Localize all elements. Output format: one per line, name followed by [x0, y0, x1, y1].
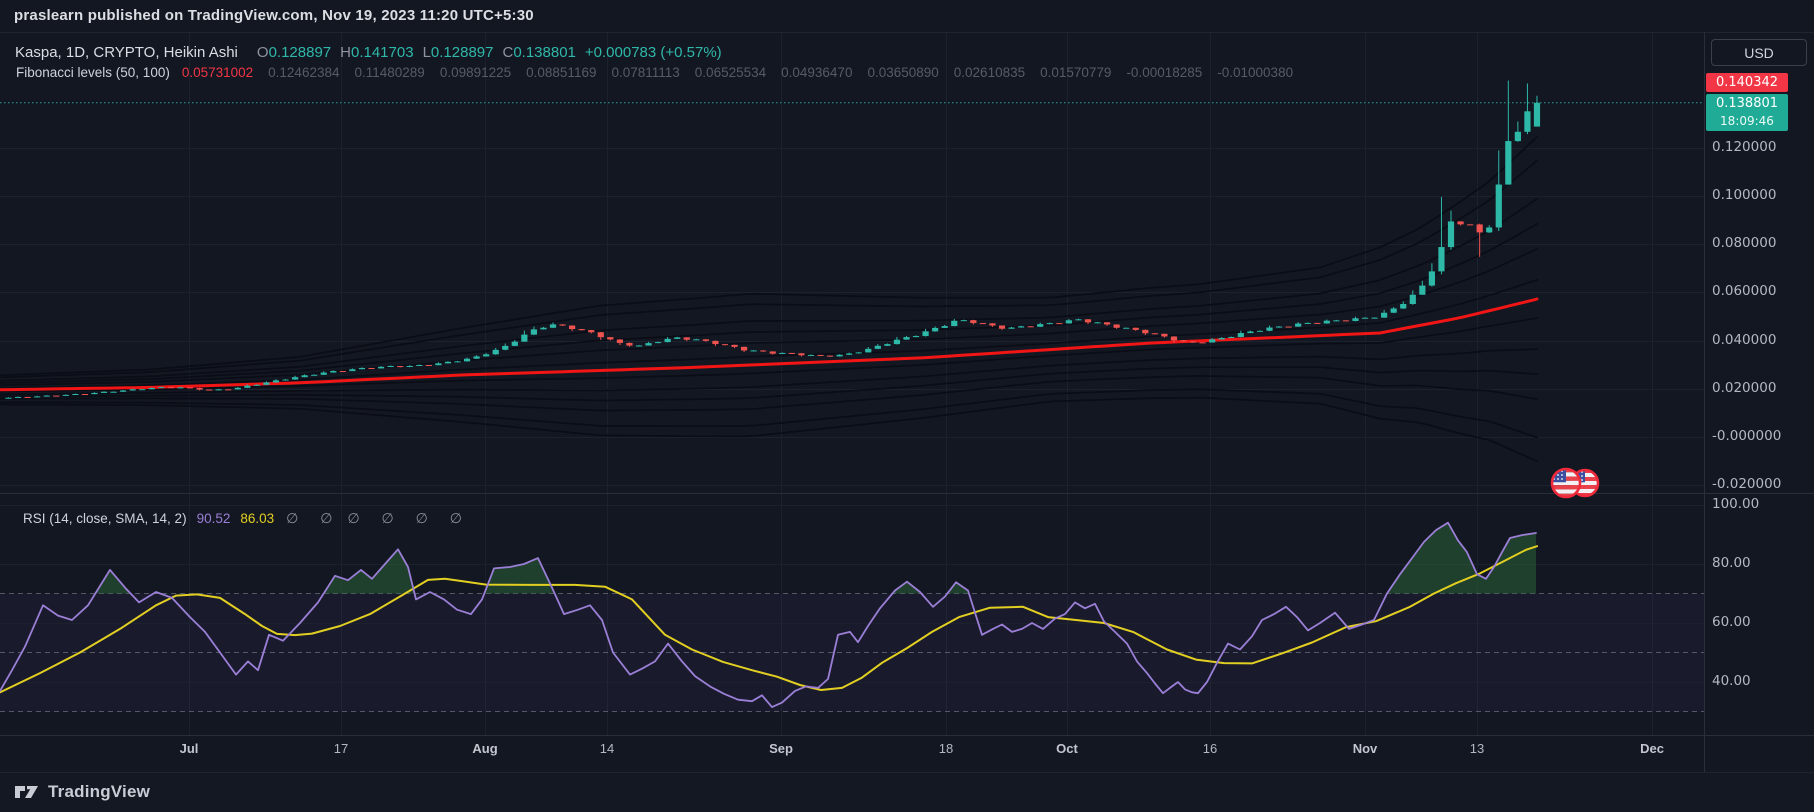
time-tick-label: Dec [1640, 741, 1664, 756]
fib-label: Fibonacci levels (50, 100) [16, 65, 170, 80]
symbol-status-row[interactable]: Kaspa, 1D, CRYPTO, Heikin AshiO0.128897H… [15, 44, 722, 61]
symbol-title: Kaspa, 1D, CRYPTO, Heikin Ashi [15, 44, 238, 61]
price-tick-label: -0.000000 [1712, 428, 1781, 444]
tradingview-logo[interactable]: TradingView [14, 782, 150, 802]
usa-flags-sticker[interactable] [1551, 468, 1599, 498]
footer-bar: TradingView [0, 772, 1814, 812]
publish-note: praslearn published on TradingView.com, … [14, 7, 534, 24]
time-tick-label: Oct [1056, 741, 1078, 756]
fib-level-value: -0.01000380 [1217, 65, 1293, 80]
fib-level-value: 0.02610835 [954, 65, 1025, 80]
ohlc-value: 0.138801 [513, 44, 576, 61]
fib-values: 0.12462384 0.11480289 0.09891225 0.08851169… [253, 65, 1293, 80]
fib-level-value: 0.09891225 [440, 65, 511, 80]
fib-level-value: 0.06525534 [695, 65, 766, 80]
price-tick-label: 0.040000 [1712, 332, 1776, 348]
time-tick-label: 16 [1203, 741, 1217, 756]
time-tick-label: 18 [939, 741, 953, 756]
price-tick-label: 0.060000 [1712, 283, 1776, 299]
ohlc-letter: C [502, 44, 513, 61]
ohlc-value: 0.141703 [351, 44, 414, 61]
bar-countdown: 18:09:46 [1706, 113, 1788, 129]
rsi-tick-label: 100.00 [1712, 496, 1759, 512]
time-tick-label: Aug [472, 741, 497, 756]
price-tick-label: -0.020000 [1712, 476, 1781, 492]
fib-level-value: 0.04936470 [781, 65, 852, 80]
tradingview-brand-text: TradingView [48, 782, 150, 802]
publish-header: praslearn published on TradingView.com, … [0, 0, 1814, 32]
time-tick-label: 17 [334, 741, 348, 756]
time-tick-label: 13 [1470, 741, 1484, 756]
ohlc-letter: L [423, 44, 431, 61]
chart-graphics[interactable] [0, 0, 1814, 812]
fib-level-value: -0.00018285 [1126, 65, 1202, 80]
last-price-value: 0.138801 [1706, 94, 1788, 113]
price-tick-label: 0.100000 [1712, 187, 1776, 203]
rsi-tick-label: 80.00 [1712, 555, 1751, 571]
tradingview-logo-icon [14, 782, 40, 802]
fib-level-value: 0.11480289 [354, 65, 424, 80]
rsi-tick-label: 60.00 [1712, 614, 1751, 630]
rsi-sma-value: 86.03 [240, 511, 274, 526]
time-tick-label: Nov [1353, 741, 1378, 756]
price-tick-label: 0.080000 [1712, 235, 1776, 251]
usd-button-label: USD [1744, 45, 1774, 61]
rsi-label: RSI (14, close, SMA, 14, 2) [23, 511, 187, 526]
price-tick-label: 0.020000 [1712, 380, 1776, 396]
fib-level-value: 0.12462384 [268, 65, 339, 80]
high-price-badge: 0.140342 [1706, 73, 1788, 92]
fib-level-value: 0.03650890 [867, 65, 938, 80]
rsi-tick-label: 40.00 [1712, 673, 1751, 689]
ohlc-letter: O [257, 44, 269, 61]
change-value: +0.000783 (+0.57%) [585, 44, 722, 61]
tradingview-published-chart: praslearn published on TradingView.com, … [0, 0, 1814, 812]
rsi-empty-values: ∅ ∅ ∅ ∅ [347, 510, 470, 526]
last-price-badge: 0.138801 18:09:46 [1706, 94, 1788, 131]
ohlc-value: 0.128897 [269, 44, 332, 61]
fib-level-value: 0.07811113 [611, 65, 679, 80]
fib-level-value: 0.01570779 [1040, 65, 1111, 80]
price-tick-label: 0.120000 [1712, 139, 1776, 155]
ohlc-letter: H [340, 44, 351, 61]
time-tick-label: 14 [600, 741, 614, 756]
fib-red-value: 0.05731002 [182, 65, 253, 80]
rsi-value: 90.52 [197, 511, 231, 526]
rsi-empty-values: ∅ ∅ [286, 510, 341, 526]
fibonacci-indicator-row[interactable]: Fibonacci levels (50, 100)0.057310020.12… [16, 65, 1293, 80]
time-tick-label: Jul [180, 741, 199, 756]
rsi-indicator-row[interactable]: RSI (14, close, SMA, 14, 2) 90.52 86.03 ∅ ∅… [23, 510, 471, 527]
ohlc-values: O0.128897H0.141703L0.128897C0.138801 [248, 44, 576, 61]
time-tick-label: Sep [769, 741, 793, 756]
ohlc-value: 0.128897 [431, 44, 494, 61]
fib-level-value: 0.08851169 [526, 65, 596, 80]
currency-usd-button[interactable]: USD [1711, 39, 1807, 66]
